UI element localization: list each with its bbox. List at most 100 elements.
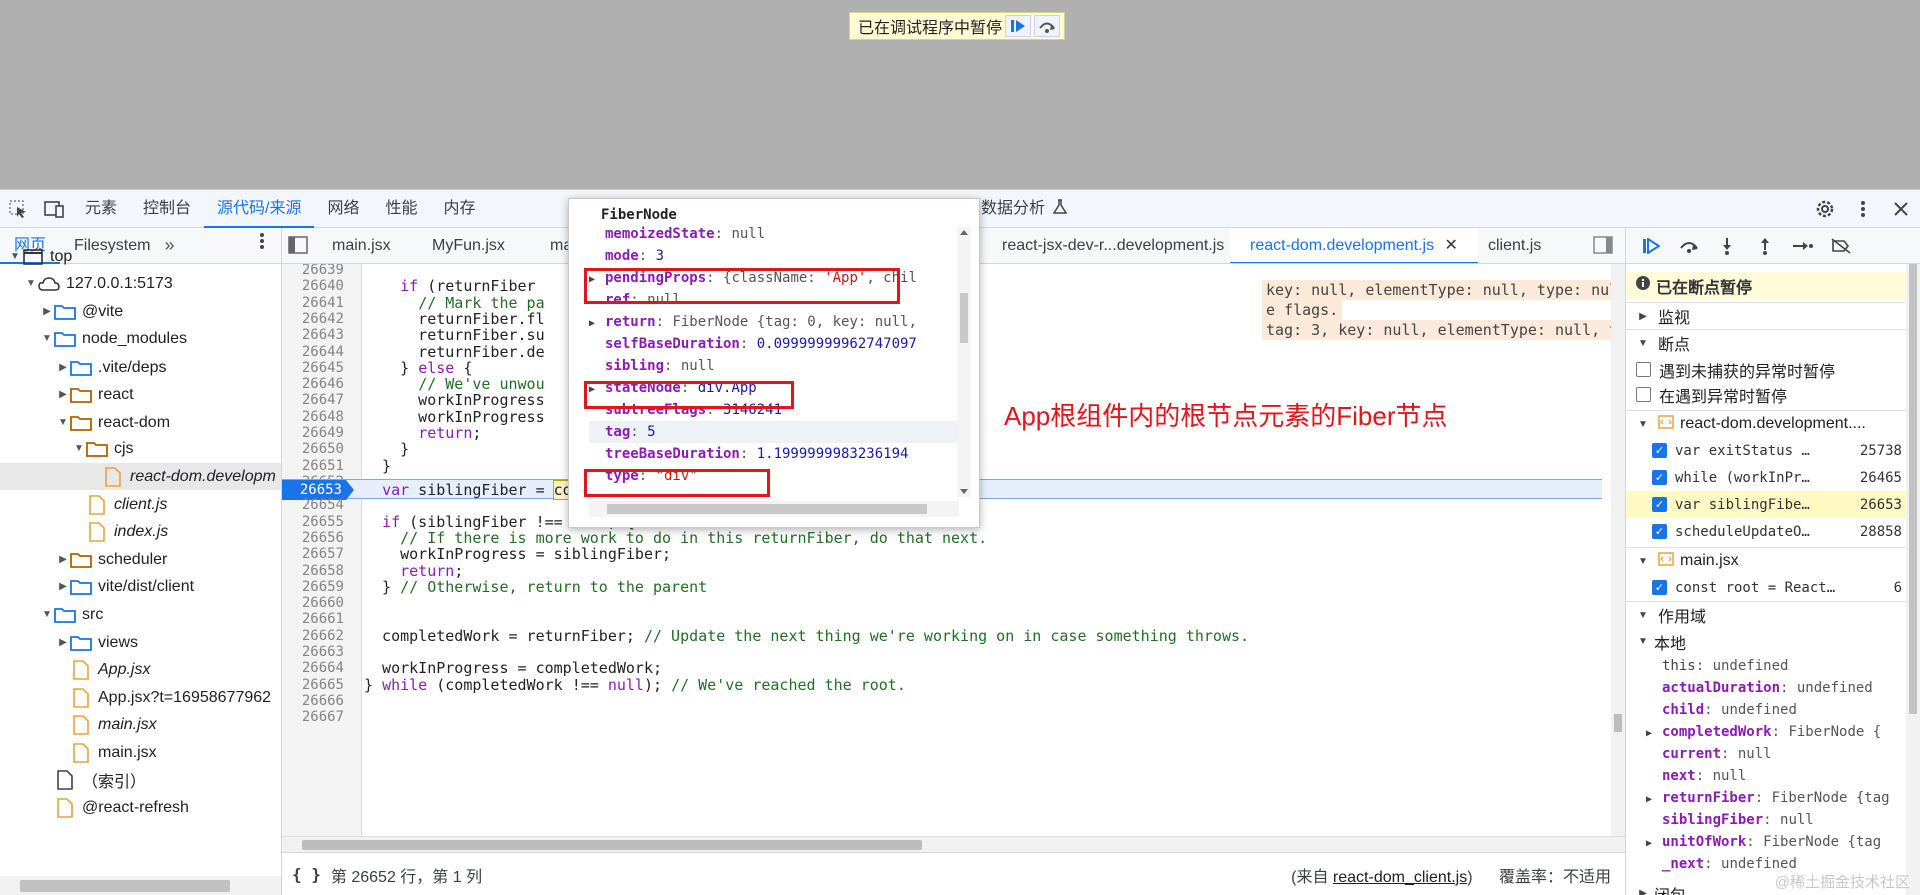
expand-toggle-icon[interactable]: ▶ (56, 362, 70, 373)
breakpoint-checkbox[interactable]: ✓ (1652, 443, 1667, 458)
popover-property-row[interactable]: ▶ return: FiberNode {tag: 0, key: null, (589, 311, 969, 333)
pause-uncaught-option[interactable]: 遇到未捕获的异常时暂停 (1626, 356, 1906, 383)
breakpoint-item[interactable]: ✓ while (workInPr… 26465 (1626, 464, 1906, 491)
tree-item[interactable]: @react-refresh (0, 794, 281, 821)
tree-item[interactable]: ▼ cjs (0, 435, 281, 462)
settings-gear-icon[interactable] (1806, 198, 1844, 220)
tab-sources[interactable]: 源代码/来源 (204, 190, 315, 228)
breakpoint-file-react-dom[interactable]: ▼ react-dom.development.... (1626, 410, 1906, 437)
breakpoint-item[interactable]: ✓ const root = React… 6 (1626, 574, 1906, 601)
pretty-print-icon[interactable]: { } (292, 865, 321, 884)
tree-item[interactable]: ▼ 127.0.0.1:5173 (0, 270, 281, 297)
expand-toggle-icon[interactable]: ▶ (56, 637, 70, 648)
tab-elements[interactable]: 元素 (72, 190, 130, 228)
tab-console[interactable]: 控制台 (130, 190, 204, 228)
tree-item[interactable]: main.jsx (0, 711, 281, 738)
scope-variable[interactable]: ▶ returnFiber: FiberNode {tag (1626, 787, 1906, 809)
tree-item[interactable]: App.jsx (0, 656, 281, 683)
expand-triangle-icon[interactable]: ▶ (589, 313, 605, 333)
tab-memory[interactable]: 内存 (431, 190, 489, 228)
resume-button[interactable] (1005, 15, 1032, 37)
tree-item[interactable]: main.jsx (0, 739, 281, 766)
tree-item[interactable]: ▶ .vite/deps (0, 354, 281, 381)
breakpoint-item[interactable]: ✓ var siblingFibe… 26653 (1626, 491, 1906, 518)
tree-item[interactable]: ▼ top (0, 243, 281, 270)
deactivate-breakpoints-icon[interactable] (1822, 228, 1860, 264)
source-map-link[interactable]: react-dom_client.js (1333, 869, 1467, 886)
tree-item[interactable]: ▼ node_modules (0, 325, 281, 352)
line-number[interactable]: 26667 (282, 707, 344, 727)
step-over-icon[interactable] (1670, 228, 1708, 264)
debugger-vertical-scrollbar[interactable] (1906, 264, 1920, 895)
breakpoint-checkbox[interactable]: ✓ (1652, 470, 1667, 485)
file-tab-react-jsx-dev-runtime[interactable]: react-jsx-dev-r...development.js (982, 228, 1244, 263)
file-tab-main-jsx[interactable]: main.jsx (312, 228, 411, 263)
expand-triangle-icon[interactable]: ▶ (1646, 789, 1662, 809)
tree-item[interactable]: ▶ react (0, 381, 281, 408)
toggle-navigator-icon[interactable] (288, 236, 308, 259)
breakpoint-file-main-jsx[interactable]: ▼ main.jsx (1626, 547, 1906, 574)
code-line[interactable]: 26667 (282, 707, 1602, 727)
tree-item-label: src (82, 605, 104, 623)
tree-item[interactable]: ▼ react-dom (0, 409, 281, 436)
tree-item[interactable]: ▶ views (0, 629, 281, 656)
file-tab-myfun-jsx[interactable]: MyFun.jsx (412, 228, 525, 263)
file-tab-react-dom-development[interactable]: react-dom.development.js ✕ (1230, 228, 1478, 263)
inspect-element-icon[interactable] (0, 190, 36, 228)
tree-item[interactable]: react-dom.developm (0, 463, 281, 490)
pause-caught-checkbox[interactable] (1636, 387, 1651, 402)
expand-toggle-icon[interactable]: ▼ (40, 333, 54, 344)
expand-toggle-icon[interactable]: ▶ (56, 581, 70, 592)
expand-toggle-icon[interactable]: ▼ (72, 443, 86, 454)
step-into-icon[interactable] (1708, 228, 1746, 264)
breakpoint-item[interactable]: ✓ var exitStatus … 25738 (1626, 437, 1906, 464)
scope-variable[interactable]: ▶ unitOfWork: FiberNode {tag (1626, 831, 1906, 853)
tree-item[interactable]: （索引） (0, 766, 281, 793)
step-over-button[interactable] (1034, 15, 1061, 37)
code-vertical-scrollbar[interactable] (1611, 264, 1625, 836)
expand-toggle-icon[interactable]: ▼ (24, 278, 38, 289)
breakpoint-checkbox[interactable]: ✓ (1652, 497, 1667, 512)
tab-insights[interactable]: 数据分析 (968, 190, 1080, 228)
breakpoint-checkbox[interactable]: ✓ (1652, 580, 1667, 595)
navigator-horizontal-scrollbar[interactable] (0, 876, 281, 895)
pause-caught-option[interactable]: 在遇到异常时暂停 (1626, 381, 1906, 408)
watch-section-header[interactable]: ▶ 监视 (1626, 302, 1906, 329)
expand-toggle-icon[interactable]: ▶ (56, 554, 70, 565)
tab-performance[interactable]: 性能 (373, 190, 431, 228)
expand-triangle-icon[interactable]: ▶ (1646, 833, 1662, 853)
popover-vertical-scrollbar[interactable] (957, 227, 971, 497)
breakpoint-item[interactable]: ✓ scheduleUpdateO… 28858 (1626, 518, 1906, 545)
resume-script-icon[interactable] (1632, 228, 1670, 264)
tree-item[interactable]: client.js (0, 491, 281, 518)
device-toolbar-icon[interactable] (36, 190, 72, 228)
expand-toggle-icon[interactable]: ▼ (8, 251, 22, 262)
tree-item[interactable]: App.jsx?t=16958677962 (0, 684, 281, 711)
breakpoints-section-header[interactable]: ▼ 断点 (1626, 329, 1906, 356)
tab-network[interactable]: 网络 (314, 190, 372, 228)
code-horizontal-scrollbar[interactable] (282, 836, 1625, 852)
expand-triangle-icon[interactable]: ▶ (1646, 723, 1662, 743)
popover-horizontal-scrollbar[interactable] (589, 501, 959, 517)
expand-toggle-icon[interactable]: ▼ (40, 609, 54, 620)
local-scope-header[interactable]: ▼ 本地 (1626, 628, 1906, 655)
close-tab-icon[interactable]: ✕ (1445, 237, 1458, 254)
close-devtools-icon[interactable] (1882, 201, 1920, 217)
tree-item[interactable]: index.js (0, 518, 281, 545)
step-icon[interactable] (1784, 228, 1822, 264)
tree-item[interactable]: ▶ @vite (0, 298, 281, 325)
scope-section-header[interactable]: ▼ 作用域 (1626, 601, 1906, 628)
tree-item[interactable]: ▼ src (0, 601, 281, 628)
expand-toggle-icon[interactable]: ▼ (56, 417, 70, 428)
expand-toggle-icon[interactable]: ▶ (40, 306, 54, 317)
more-options-icon[interactable] (1844, 199, 1882, 219)
scope-variable[interactable]: ▶ completedWork: FiberNode { (1626, 721, 1906, 743)
breakpoint-checkbox[interactable]: ✓ (1652, 524, 1667, 539)
file-tab-client-js[interactable]: client.js (1468, 228, 1561, 263)
tree-item[interactable]: ▶ scheduler (0, 546, 281, 573)
tree-item[interactable]: ▶ vite/dist/client (0, 573, 281, 600)
pause-uncaught-checkbox[interactable] (1636, 362, 1651, 377)
expand-toggle-icon[interactable]: ▶ (56, 389, 70, 400)
step-out-icon[interactable] (1746, 228, 1784, 264)
toggle-debugger-icon[interactable] (1593, 236, 1613, 259)
